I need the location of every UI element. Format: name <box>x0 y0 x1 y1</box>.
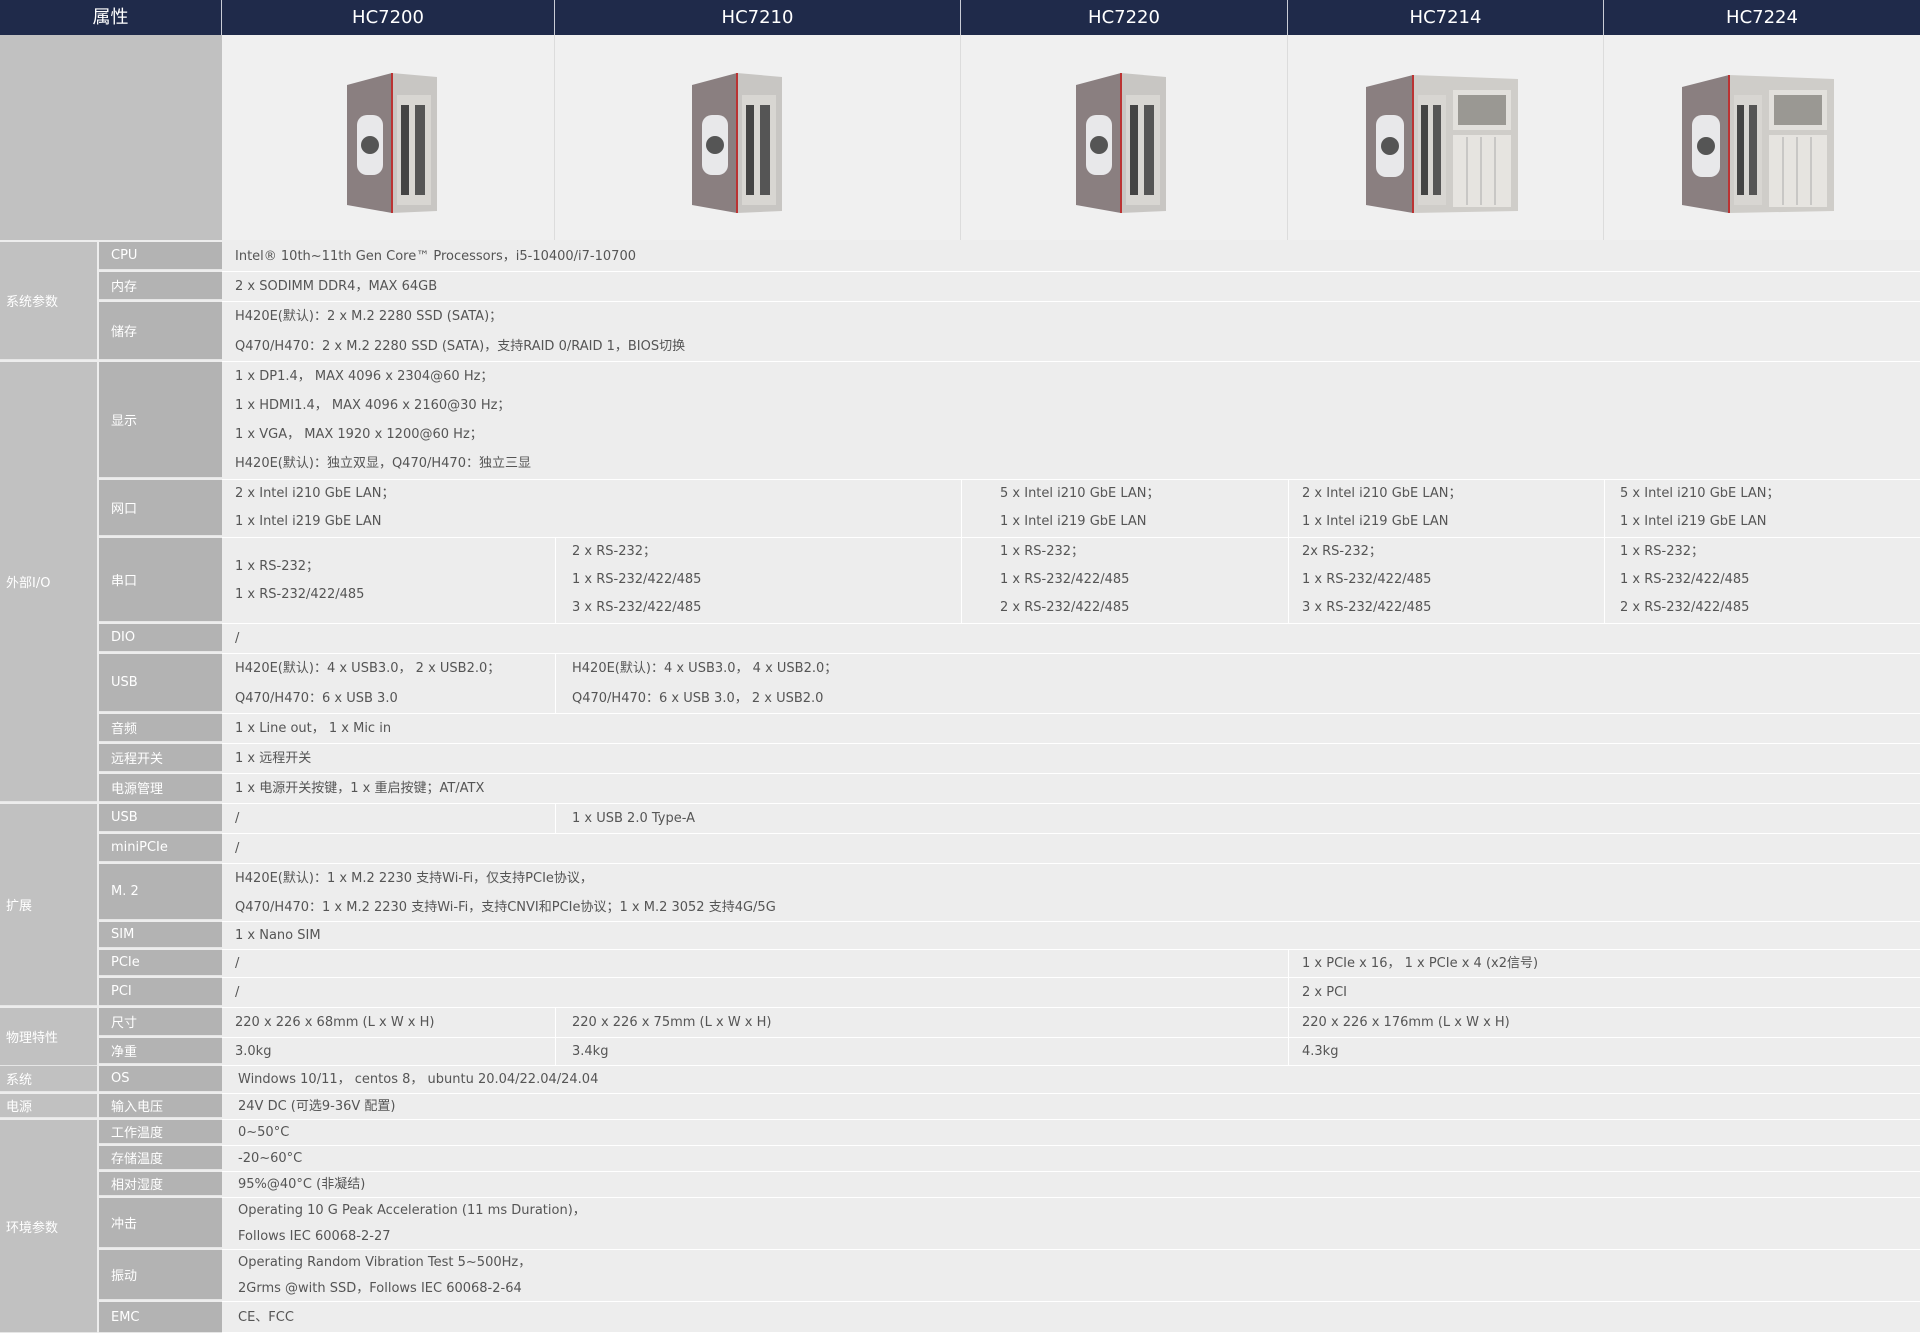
value-display: 1 x DP1.4， MAX 4096 x 2304@60 Hz； 1 x HD… <box>222 362 1920 480</box>
label-weight: 净重 <box>99 1038 222 1064</box>
image-cell-hc7214 <box>1288 35 1604 240</box>
label-dio: DIO <box>99 624 222 652</box>
value-exp-usb-others: 1 x USB 2.0 Type-A <box>555 804 1920 834</box>
image-cell-hc7220 <box>961 35 1288 240</box>
value-size-hc7214-hc7224: 220 x 226 x 176mm (L x W x H) <box>1288 1008 1920 1038</box>
header-model-hc7214: HC7214 <box>1288 0 1604 35</box>
value-serial-hc7200: 1 x RS-232； 1 x RS-232/422/485 <box>222 538 555 624</box>
value-lan-hc7200-hc7210: 2 x Intel i210 GbE LAN； 1 x Intel i219 Gb… <box>222 480 961 538</box>
label-sim: SIM <box>99 922 222 948</box>
value-serial-hc7214: 2x RS-232； 1 x RS-232/422/485 3 x RS-232/4… <box>1288 538 1604 624</box>
label-vibration: 振动 <box>99 1250 222 1300</box>
header-model-hc7220: HC7220 <box>961 0 1288 35</box>
label-size: 尺寸 <box>99 1008 222 1036</box>
value-os: Windows 10/11， centos 8， ubuntu 20.04/22… <box>222 1066 1920 1094</box>
value-audio: 1 x Line out， 1 x Mic in <box>222 714 1920 744</box>
value-exp-usb-hc7200: / <box>222 804 555 834</box>
value-op-temp: 0~50°C <box>222 1120 1920 1146</box>
value-minipcie: / <box>222 834 1920 864</box>
value-remote: 1 x 远程开关 <box>222 744 1920 774</box>
group-system: 系统 <box>0 1066 97 1092</box>
value-serial-hc7210: 2 x RS-232； 1 x RS-232/422/485 3 x RS-232/… <box>555 538 961 624</box>
value-dio: / <box>222 624 1920 654</box>
value-sim: 1 x Nano SIM <box>222 922 1920 950</box>
label-remote: 远程开关 <box>99 744 222 772</box>
value-shock: Operating 10 G Peak Acceleration (11 ms … <box>222 1198 1920 1250</box>
label-lan: 网口 <box>99 480 222 536</box>
label-power-mgmt: 电源管理 <box>99 774 222 802</box>
value-emc: CE、FCC <box>222 1302 1920 1333</box>
value-vibration: Operating Random Vibration Test 5~500Hz，… <box>222 1250 1920 1302</box>
product-image-hc7220 <box>1076 73 1166 213</box>
value-weight-hc7210-hc7220: 3.4kg <box>555 1038 1288 1066</box>
label-humidity: 相对湿度 <box>99 1172 222 1196</box>
value-pcie-a: / <box>222 950 1288 978</box>
group-external-io: 外部I/O <box>0 362 97 802</box>
label-audio: 音频 <box>99 714 222 742</box>
image-cell-hc7224 <box>1604 35 1920 240</box>
label-m2: M. 2 <box>99 864 222 920</box>
product-image-hc7200 <box>347 73 437 213</box>
value-input-voltage: 24V DC (可选9-36V 配置) <box>222 1094 1920 1120</box>
value-storage-temp: -20~60°C <box>222 1146 1920 1172</box>
value-power-mgmt: 1 x 电源开关按键，1 x 重启按键；AT/ATX <box>222 774 1920 804</box>
label-storage: 储存 <box>99 302 222 360</box>
value-lan-hc7214: 2 x Intel i210 GbE LAN； 1 x Intel i219 Gb… <box>1288 480 1604 538</box>
value-cpu: Intel® 10th~11th Gen Core™ Processors，i5… <box>222 242 1920 272</box>
value-size-hc7210-hc7220: 220 x 226 x 75mm (L x W x H) <box>555 1008 1288 1038</box>
value-serial-hc7220: 1 x RS-232； 1 x RS-232/422/485 2 x RS-232/… <box>961 538 1288 624</box>
label-memory: 内存 <box>99 272 222 300</box>
label-pcie: PCIe <box>99 950 222 976</box>
header-model-hc7224: HC7224 <box>1604 0 1920 35</box>
value-size-hc7200: 220 x 226 x 68mm (L x W x H) <box>222 1008 555 1038</box>
label-usb: USB <box>99 654 222 712</box>
label-storage-temp: 存储温度 <box>99 1146 222 1170</box>
group-power: 电源 <box>0 1094 97 1118</box>
header-model-hc7200: HC7200 <box>222 0 555 35</box>
group-expansion: 扩展 <box>0 804 97 1006</box>
group-physical: 物理特性 <box>0 1008 97 1066</box>
label-os: OS <box>99 1066 222 1092</box>
group-system-params: 系统参数 <box>0 242 97 360</box>
label-display: 显示 <box>99 362 222 478</box>
value-storage: H420E(默认)：2 x M.2 2280 SSD (SATA)； Q470/… <box>222 302 1920 362</box>
value-usb-others: H420E(默认)：4 x USB3.0， 4 x USB2.0； Q470/H4… <box>555 654 1920 714</box>
value-weight-hc7214-hc7224: 4.3kg <box>1288 1038 1920 1066</box>
label-exp-usb: USB <box>99 804 222 832</box>
value-lan-hc7224: 5 x Intel i210 GbE LAN； 1 x Intel i219 Gb… <box>1604 480 1920 538</box>
value-pci-a: / <box>222 978 1288 1008</box>
value-usb-hc7200: H420E(默认)：4 x USB3.0， 2 x USB2.0； Q470/H4… <box>222 654 555 714</box>
value-lan-hc7220: 5 x Intel i210 GbE LAN； 1 x Intel i219 Gb… <box>961 480 1288 538</box>
product-image-hc7224 <box>1682 75 1834 213</box>
group-environment: 环境参数 <box>0 1120 97 1333</box>
label-cpu: CPU <box>99 242 222 270</box>
label-emc: EMC <box>99 1302 222 1333</box>
label-pci: PCI <box>99 978 222 1006</box>
value-serial-hc7224: 1 x RS-232； 1 x RS-232/422/485 2 x RS-232/… <box>1604 538 1920 624</box>
label-minipcie: miniPCIe <box>99 834 222 862</box>
label-serial: 串口 <box>99 538 222 622</box>
value-humidity: 95%@40°C (非凝结) <box>222 1172 1920 1198</box>
value-weight-hc7200: 3.0kg <box>222 1038 555 1066</box>
value-pci-b: 2 x PCI <box>1288 978 1920 1008</box>
label-input-voltage: 输入电压 <box>99 1094 222 1118</box>
product-image-hc7214 <box>1366 75 1518 213</box>
image-cell-hc7210 <box>555 35 961 240</box>
value-m2: H420E(默认)：1 x M.2 2230 支持Wi-Fi，仅支持PCIe协议… <box>222 864 1920 922</box>
label-shock: 冲击 <box>99 1198 222 1248</box>
value-pcie-b: 1 x PCIe x 16， 1 x PCIe x 4 (x2信号) <box>1288 950 1920 978</box>
header-model-hc7210: HC7210 <box>555 0 961 35</box>
product-image-hc7210 <box>692 73 782 213</box>
image-cell-hc7200 <box>222 35 555 240</box>
header-attr: 属性 <box>0 0 222 35</box>
label-op-temp: 工作温度 <box>99 1120 222 1144</box>
image-row-label <box>0 35 222 240</box>
value-memory: 2 x SODIMM DDR4，MAX 64GB <box>222 272 1920 302</box>
